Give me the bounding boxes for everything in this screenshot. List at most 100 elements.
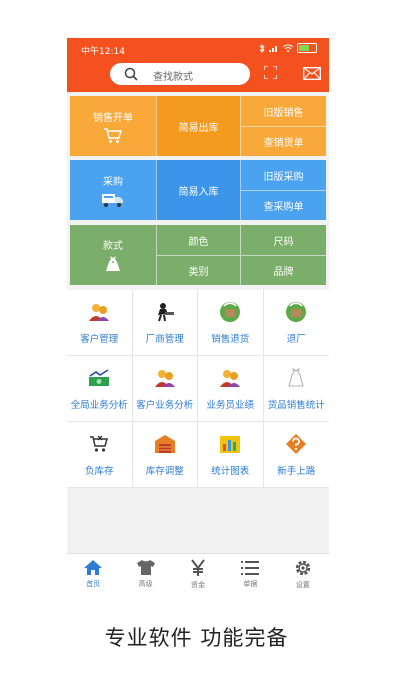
- grid-item-label: 业务员业绩: [206, 399, 254, 411]
- grid-item-charts[interactable]: 统计图表: [198, 422, 264, 488]
- grid-item-getting-started[interactable]: 新手上路: [263, 422, 329, 488]
- mail-icon[interactable]: [303, 67, 321, 80]
- purchase-button[interactable]: 采购: [70, 160, 156, 220]
- worker-icon: [153, 301, 177, 323]
- warehouse-icon: [153, 433, 177, 455]
- brand-button[interactable]: 品牌: [240, 255, 326, 285]
- grid-item-label: 客户管理: [80, 333, 119, 345]
- sales-order-button[interactable]: 销售开单: [70, 96, 156, 156]
- view-purchase-orders-button[interactable]: 查采购单: [240, 190, 326, 220]
- view-sales-orders-button[interactable]: 查销货单: [240, 126, 326, 156]
- people-icon: [87, 301, 111, 323]
- tab-funds[interactable]: 资金: [172, 554, 224, 593]
- purchase-label: 采购: [103, 176, 123, 188]
- grid-item-label: 统计图表: [211, 465, 250, 477]
- phone-screen: 中午12:14 查找款式 销售开单 简易出库 旧版销售 查销货单 采购 简易入库…: [67, 38, 329, 593]
- simple-outbound-button[interactable]: 简易出库: [156, 96, 240, 156]
- grid-item-product-sales-stats[interactable]: 货品销售统计: [263, 356, 329, 422]
- grid-item-customer-management[interactable]: 客户管理: [67, 290, 133, 356]
- shirt-icon: [136, 560, 155, 575]
- truck-icon: [102, 193, 123, 207]
- old-sales-label: 旧版销售: [263, 107, 304, 119]
- tab-label: 资金: [190, 580, 205, 589]
- bluetooth-icon: [259, 43, 265, 53]
- grid-item-label: 库存调整: [145, 465, 184, 477]
- simple-inbound-label: 简易入库: [178, 186, 219, 198]
- tab-label: 设置: [295, 580, 310, 589]
- grid-item-return-factory[interactable]: 退厂: [263, 290, 329, 356]
- grid-item-label: 全局业务分析: [70, 399, 128, 411]
- grid-item-label: 退厂: [286, 333, 306, 345]
- grid-item-label: 新手上路: [277, 465, 316, 477]
- dress-icon: [284, 367, 308, 389]
- dress-icon: [106, 256, 120, 271]
- category-label: 类别: [188, 267, 209, 278]
- grid-item-customer-analysis[interactable]: 客户业务分析: [132, 356, 198, 422]
- tab-home[interactable]: 首页: [67, 554, 119, 593]
- search-box[interactable]: 查找款式: [110, 63, 250, 85]
- color-label: 颜色: [188, 236, 209, 248]
- simple-outbound-label: 简易出库: [178, 122, 219, 134]
- grid-item-salesperson-performance[interactable]: 业务员业绩: [198, 356, 264, 422]
- home-icon: [84, 560, 103, 575]
- view-sales-orders-label: 查销货单: [263, 138, 304, 149]
- status-icons: [259, 43, 317, 53]
- size-button[interactable]: 尺码: [240, 225, 326, 255]
- people-icon: [153, 367, 177, 389]
- grid-item-global-analysis[interactable]: 全局业务分析: [67, 356, 133, 422]
- list-icon: [241, 560, 260, 575]
- bar-chart-icon: [218, 433, 242, 455]
- search-placeholder: 查找款式: [153, 72, 193, 83]
- simple-inbound-button[interactable]: 简易入库: [156, 160, 240, 220]
- tab-settings[interactable]: 设置: [277, 554, 329, 593]
- old-sales-button[interactable]: 旧版销售: [240, 96, 326, 126]
- app-header: 查找款式: [67, 60, 329, 92]
- grid-item-label: 货品销售统计: [267, 399, 325, 411]
- return-factory-icon: [284, 301, 308, 323]
- size-label: 尺码: [273, 236, 294, 248]
- view-purchase-orders-label: 查采购单: [263, 202, 304, 213]
- purchase-block: 采购 简易入库 旧版采购 查采购单: [70, 160, 326, 220]
- grid-item-label: 负库存: [84, 465, 114, 477]
- cart-x-icon: [87, 433, 111, 455]
- yen-icon: [191, 558, 205, 576]
- search-icon: [124, 67, 138, 81]
- tab-label: 高级: [138, 580, 153, 588]
- grid-item-label: 销售退货: [211, 333, 250, 345]
- grid-item-vendor-management[interactable]: 厂商管理: [132, 290, 198, 356]
- tab-documents[interactable]: 单据: [224, 554, 276, 593]
- tab-label: 首页: [86, 580, 101, 588]
- scan-icon[interactable]: [264, 66, 277, 79]
- help-icon: [284, 433, 308, 455]
- grid-item-label: 厂商管理: [145, 333, 184, 345]
- grid-item-sales-return[interactable]: 销售退货: [198, 290, 264, 356]
- style-button[interactable]: 款式: [70, 225, 156, 285]
- grid-item-label: 客户业务分析: [136, 399, 194, 411]
- status-bar: 中午12:14: [67, 38, 329, 60]
- style-block: 款式 颜色 尺码 类别 品牌: [70, 225, 326, 285]
- old-purchase-label: 旧版采购: [263, 171, 304, 183]
- cart-icon: [104, 127, 122, 143]
- bottom-tab-bar: 首页 高级 资金 单据 设置: [67, 553, 329, 593]
- style-label: 款式: [103, 241, 123, 252]
- color-button[interactable]: 颜色: [156, 225, 240, 255]
- people-icon: [218, 367, 242, 389]
- status-time: 中午12:14: [81, 47, 125, 57]
- gear-icon: [295, 560, 310, 575]
- sales-order-label: 销售开单: [93, 112, 133, 124]
- battery-icon: [297, 43, 317, 53]
- money-chart-icon: [87, 367, 111, 389]
- grid-item-negative-stock[interactable]: 负库存: [67, 422, 133, 488]
- category-button[interactable]: 类别: [156, 255, 240, 285]
- signal-icon: [269, 46, 277, 52]
- sales-block: 销售开单 简易出库 旧版销售 查销货单: [70, 96, 326, 156]
- tab-label: 单据: [243, 579, 258, 588]
- return-icon: [218, 301, 242, 323]
- old-purchase-button[interactable]: 旧版采购: [240, 160, 326, 190]
- tab-advanced[interactable]: 高级: [119, 554, 171, 593]
- function-grid: 客户管理 厂商管理 销售退货 退厂 全局业务分析 客户业务分析 业务员业绩 货品…: [67, 290, 329, 488]
- wifi-icon: [283, 44, 293, 52]
- brand-label: 品牌: [273, 267, 294, 278]
- grid-item-stock-adjust[interactable]: 库存调整: [132, 422, 198, 488]
- promo-caption: 专业软件 功能完备: [104, 626, 289, 650]
